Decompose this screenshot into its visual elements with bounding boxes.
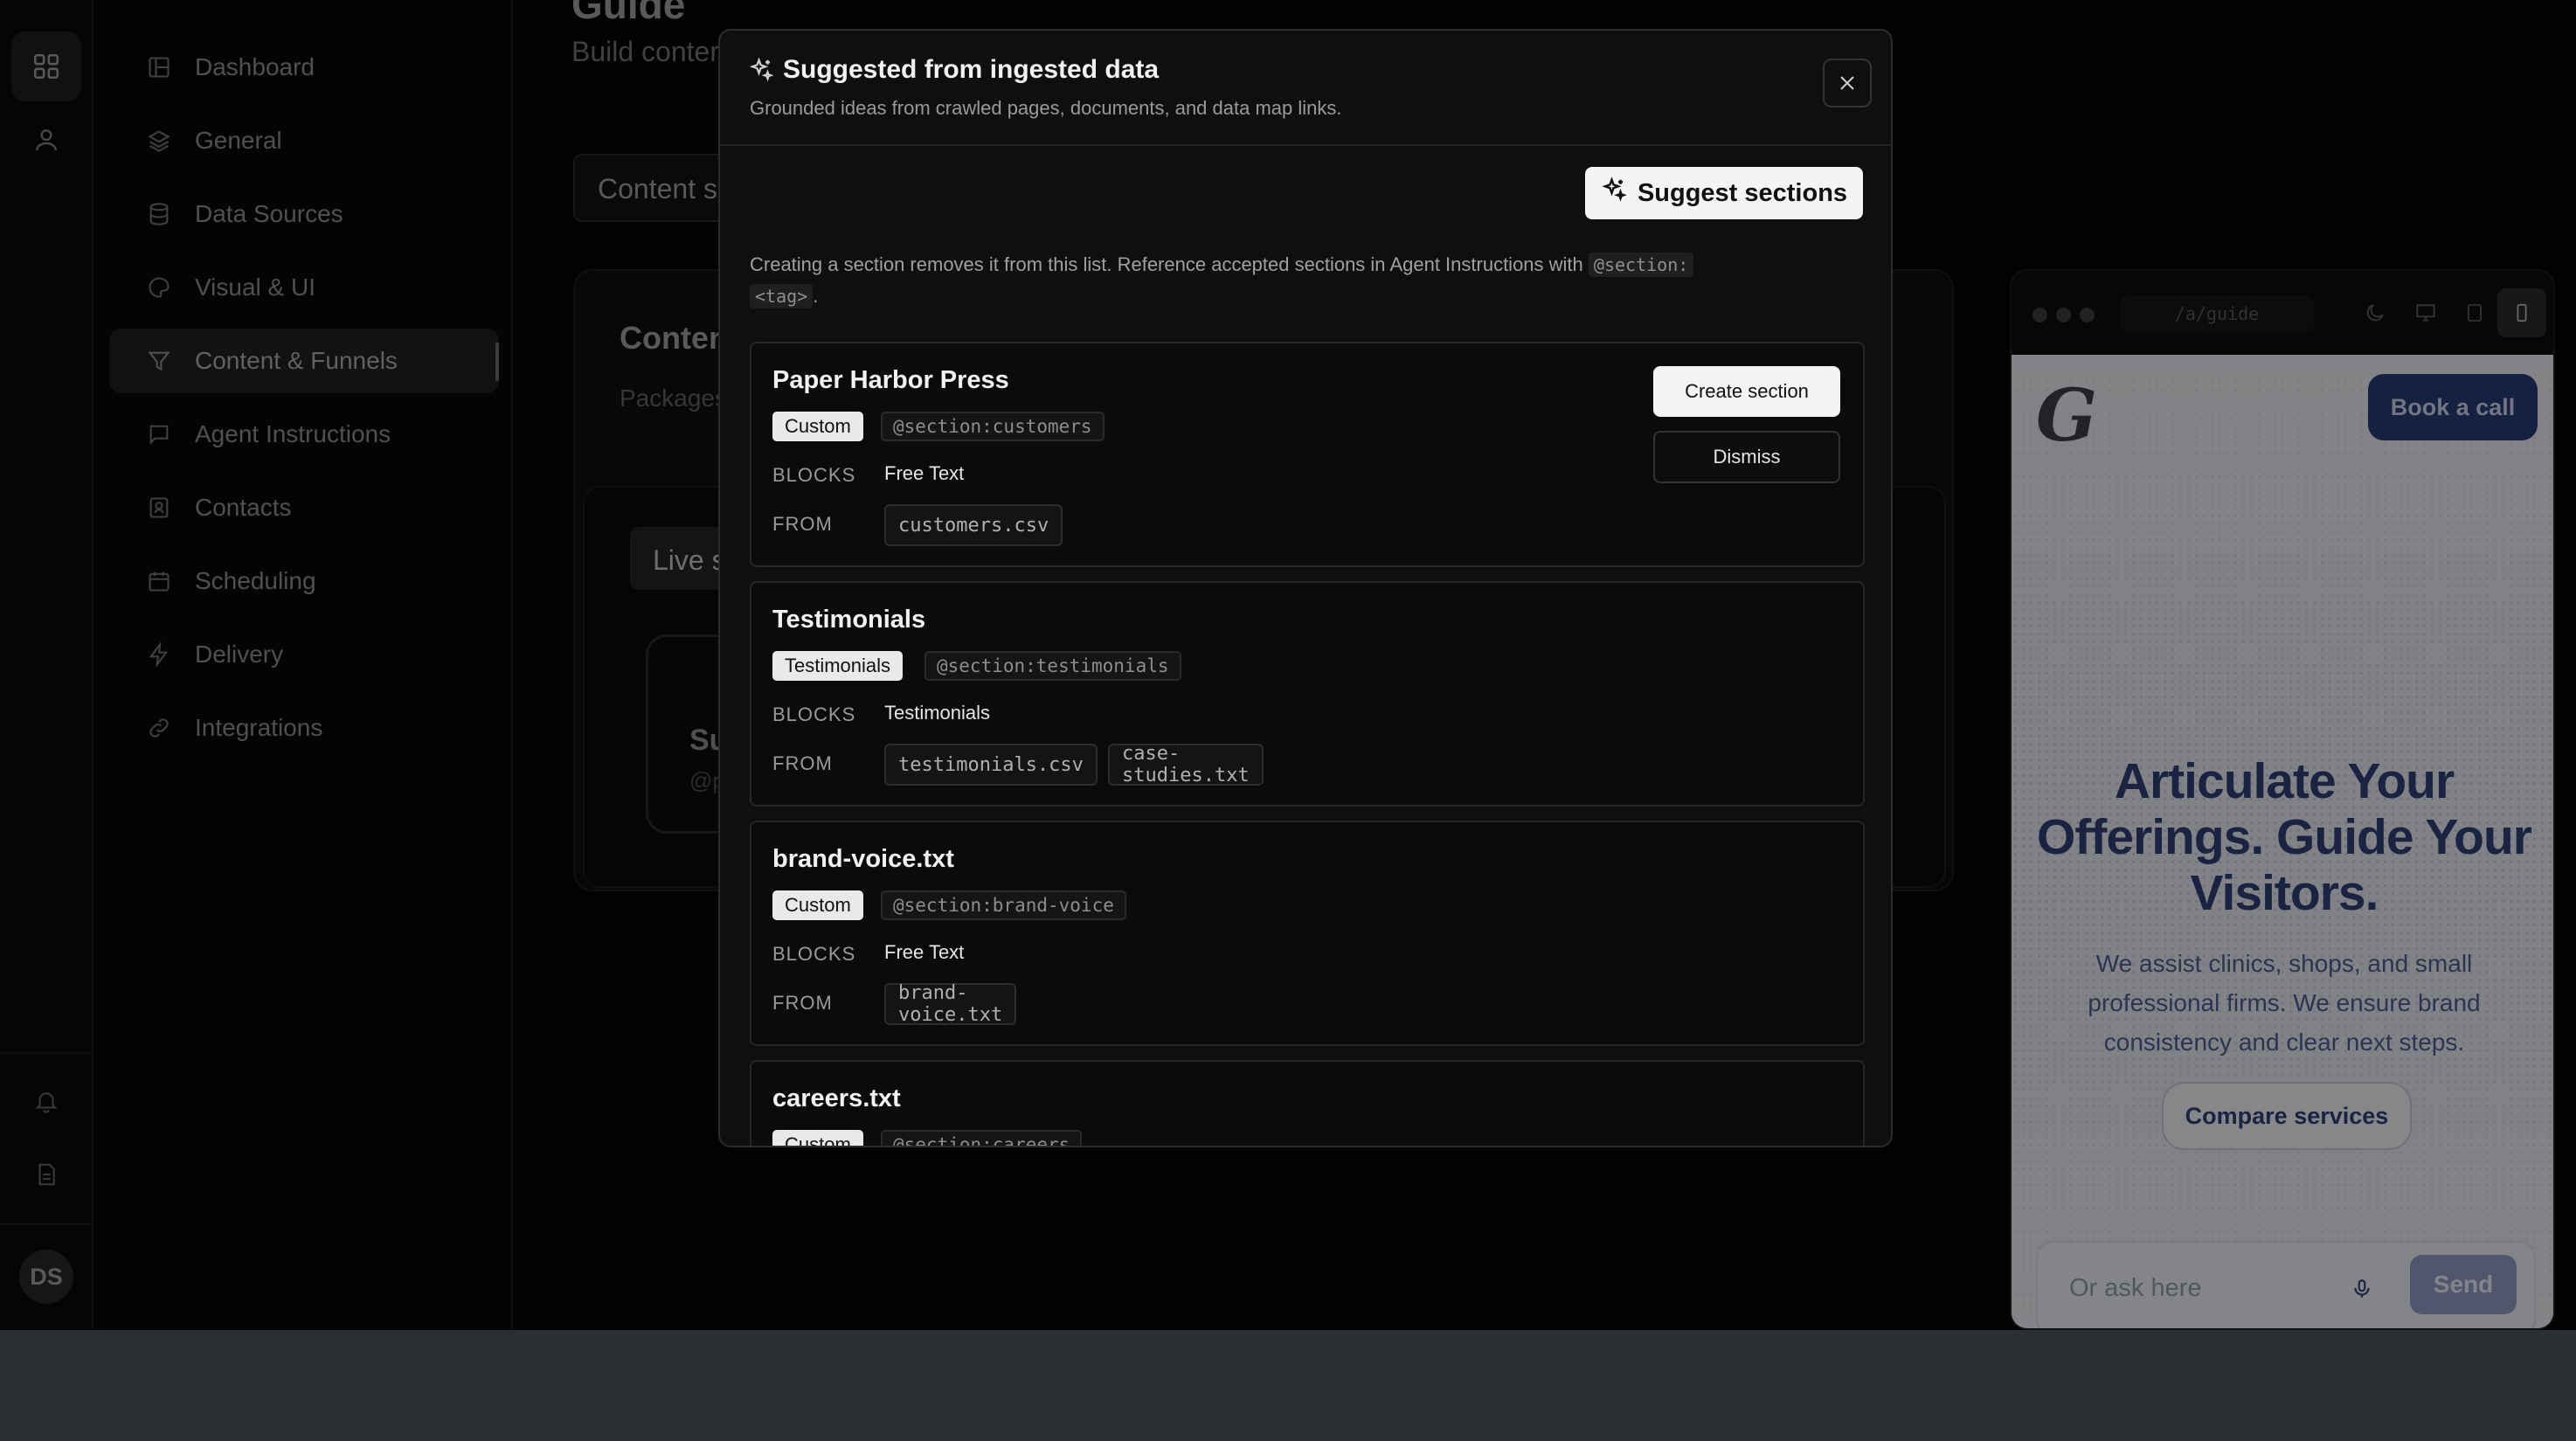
suggestion-title: careers.txt	[772, 1084, 901, 1112]
blocks-label: BLOCKS	[772, 943, 856, 965]
suggestion-card: careers.txt Custom @section:careers	[750, 1060, 1865, 1146]
modal-title: Suggested from ingested data	[783, 55, 1160, 84]
note-suffix: .	[813, 285, 819, 307]
close-button[interactable]	[1823, 59, 1872, 107]
suggestion-tag: @section:testimonials	[924, 651, 1181, 681]
suggestion-type-badge: Testimonials	[772, 651, 904, 681]
suggestion-type-badge: Custom	[772, 412, 863, 441]
sparkles-icon	[748, 57, 774, 87]
modal-note: Creating a section removes it from this …	[750, 249, 1851, 312]
modal-header: Suggested from ingested data Grounded id…	[720, 31, 1891, 146]
from-label: FROM	[772, 513, 833, 535]
suggest-sections-label: Suggest sections	[1637, 178, 1848, 207]
bottom-bar	[0, 1330, 2576, 1441]
suggestions-modal: Suggested from ingested data Grounded id…	[718, 29, 1893, 1147]
suggest-sections-button[interactable]: Suggest sections	[1585, 167, 1863, 219]
suggestion-card: Testimonials Testimonials @section:testi…	[750, 581, 1865, 807]
blocks-value: Testimonials	[884, 702, 991, 724]
blocks-value: Free Text	[884, 462, 965, 484]
modal-subtitle: Grounded ideas from crawled pages, docum…	[750, 97, 1342, 119]
blocks-label: BLOCKS	[772, 464, 856, 486]
note-text: Creating a section removes it from this …	[750, 253, 1583, 275]
suggestion-tag: @section:careers	[881, 1130, 1083, 1146]
note-code-tag: <tag>	[750, 284, 814, 308]
source-file-chip: case-studies.txt	[1108, 743, 1264, 786]
source-file-chip: customers.csv	[884, 504, 1063, 546]
blocks-label: BLOCKS	[772, 703, 856, 725]
close-icon	[1840, 76, 1854, 90]
source-file-chip: testimonials.csv	[884, 744, 1098, 786]
note-code-section: @section:	[1588, 253, 1694, 277]
suggestion-card: brand-voice.txt Custom @section:brand-vo…	[750, 821, 1865, 1046]
source-file-chip: brand-voice.txt	[884, 982, 1017, 1026]
create-section-button[interactable]: Create section	[1653, 366, 1840, 417]
suggestion-title: Paper Harbor Press	[772, 366, 1009, 394]
suggestion-tag: @section:customers	[881, 412, 1104, 441]
dismiss-button[interactable]: Dismiss	[1653, 431, 1840, 483]
from-label: FROM	[772, 992, 833, 1014]
from-label: FROM	[772, 752, 833, 774]
blocks-value: Free Text	[884, 941, 965, 963]
suggestion-card: Paper Harbor Press Custom @section:custo…	[750, 342, 1865, 567]
suggestion-title: Testimonials	[772, 606, 926, 634]
suggestion-tag: @section:brand-voice	[881, 890, 1126, 920]
sparkles-icon	[1601, 177, 1627, 210]
suggestion-type-badge: Custom	[772, 890, 863, 920]
suggestion-type-badge: Custom	[772, 1130, 863, 1146]
suggestion-title: brand-voice.txt	[772, 845, 954, 873]
